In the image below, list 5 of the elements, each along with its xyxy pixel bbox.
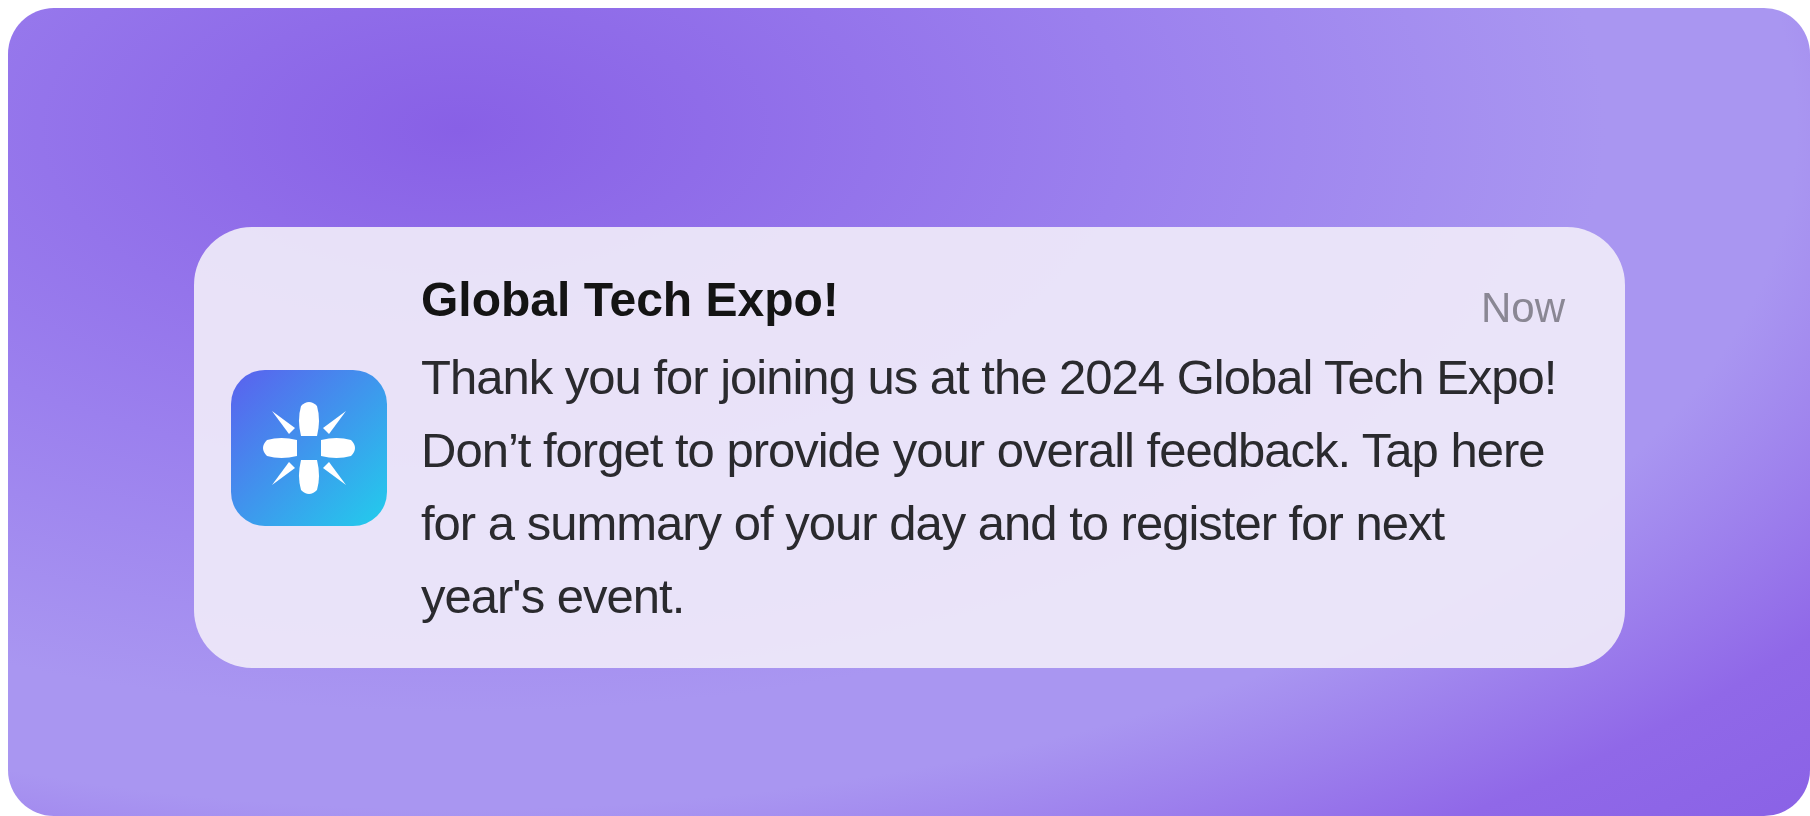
- app-icon: [231, 370, 387, 526]
- notification-title: Global Tech Expo!: [421, 272, 839, 328]
- notification-card[interactable]: Global Tech Expo! Now Thank you for joining us at the 2024 Global Tech Expo! Don’t forget to provide your overall feedback. Tap here for a summary of your day and to register for next year's event.: [194, 227, 1625, 668]
- notification-time: Now: [1480, 283, 1565, 333]
- notification-message: Thank you for joining us at the 2024 Global Tech Expo! Don’t forget to provide your overall feedback. Tap here for a summary of your day and to register for next year's event.: [421, 349, 1558, 625]
